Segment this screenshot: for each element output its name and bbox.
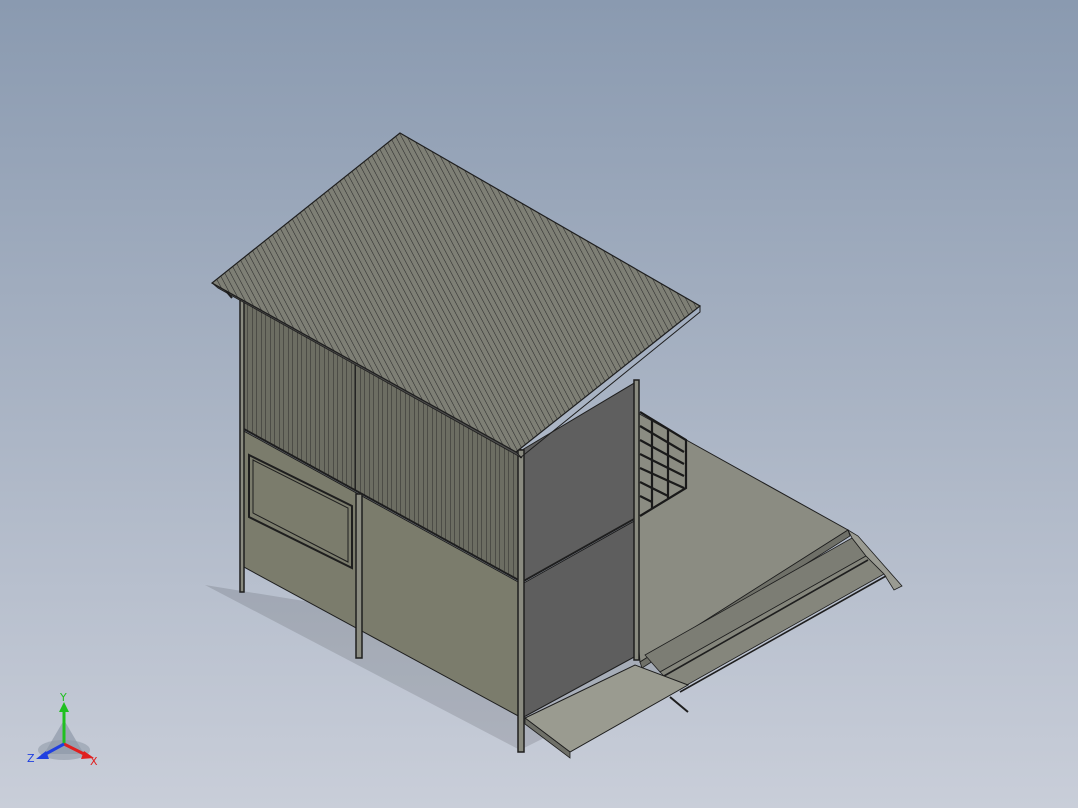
axis-z-label: Z	[27, 752, 35, 765]
container-house-model[interactable]	[0, 0, 1078, 808]
axis-x-label: X	[90, 755, 98, 768]
ramp-support	[669, 696, 689, 713]
orientation-triad[interactable]: Y X Z	[24, 692, 114, 772]
axis-y-label: Y	[59, 692, 67, 704]
cad-viewport[interactable]: Y X Z	[0, 0, 1078, 808]
